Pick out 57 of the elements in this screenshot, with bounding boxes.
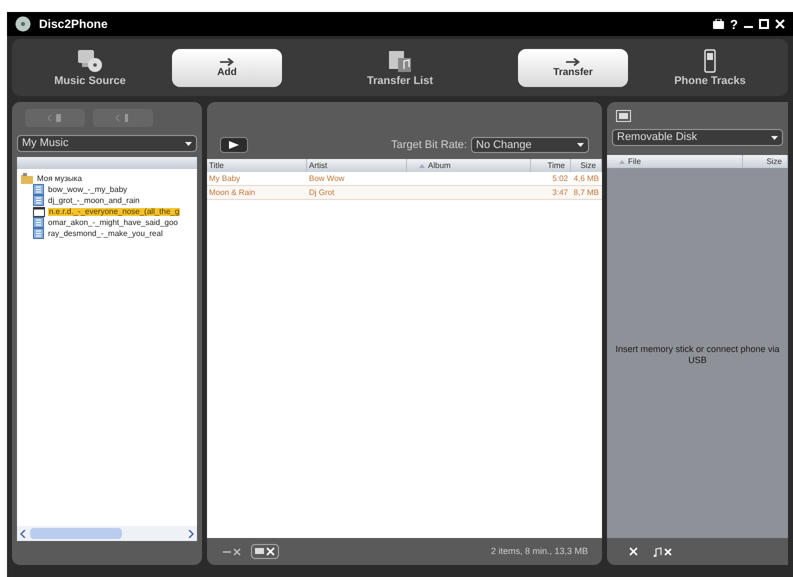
table-cell-text: 3:47 [551,186,569,198]
column-header[interactable]: File [607,155,743,168]
arrow-icon [566,58,580,66]
toolbar-tab[interactable]: Music Source [20,42,160,92]
bit-rate-label: Target Bit Rate: [391,138,467,153]
play-icon [229,141,239,149]
tree-item[interactable]: n.e.r.d._-_everyone_nose_(all_the_g [48,208,180,216]
window-title: Disc2Phone [39,16,108,33]
remove-icon [223,548,241,556]
tree-item[interactable]: dj_grot_-_moon_and_rain [47,196,141,204]
clear-list-icon [255,547,275,556]
music-note-delete-icon [653,546,673,556]
phone-icon [704,48,716,72]
file-icon [33,206,45,216]
status-text: 2 items, 8 min., 13,3 MB [490,544,588,558]
column-header[interactable]: Size [743,155,788,168]
tree-item[interactable]: omar_akon_-_might_have_said_goo [47,218,179,226]
clear-list-button[interactable] [251,544,279,559]
tree-item[interactable]: bow_wow_-_my_baby [47,186,128,194]
dropdown-arrow-icon [577,143,584,147]
maximize-icon[interactable] [759,19,769,29]
table-cell-text: My Baby [208,172,242,184]
arrow-icon [220,58,234,66]
horizontal-scrollbar[interactable] [17,526,197,541]
playlist-icon [33,195,44,206]
app-logo-icon [15,16,31,32]
empty-message: Insert memory stick or connect phone via USB [615,344,780,366]
playlist-icon [33,217,44,228]
table-cell-text: Bow Wow [308,172,346,184]
device-dropdown[interactable]: Removable Disk [612,129,783,146]
source-dropdown[interactable]: My Music [17,135,197,152]
delete-icon [628,547,638,556]
play-button[interactable] [220,137,248,153]
toolbox-icon[interactable] [713,19,724,29]
close-icon[interactable] [775,19,785,29]
scroll-left-icon[interactable] [20,530,26,538]
dropdown-arrow-icon [185,142,192,146]
table-cell-text: 8,7 MB [572,186,600,198]
toolbar-tab[interactable]: Phone Tracks [640,42,780,92]
dropdown-arrow-icon [771,136,778,140]
scroll-right-icon[interactable] [188,530,194,538]
table-cell-text: 5:02 [551,172,569,184]
help-button[interactable]: ? [730,18,738,30]
table-cell-text: Dj Grot [308,186,336,198]
bit-rate-dropdown[interactable]: No Change [471,137,589,153]
scrollbar-thumb[interactable] [30,528,122,539]
toolbar-button[interactable]: Add [172,48,282,86]
toolbar-button[interactable]: Transfer [518,48,628,86]
playlist-icon [33,184,44,195]
toolbar-tab[interactable]: Transfer List [294,42,506,92]
table-cell-text: 4,6 MB [572,172,600,184]
music-list-icon [388,48,412,72]
playlist-icon [33,228,44,239]
table-cell-text: Moon & Rain [208,186,256,198]
tree-item[interactable]: ray_desmond_-_make_you_real [47,230,164,238]
computer-disc-icon [77,48,103,72]
tree-item[interactable]: Моя музыка [36,174,83,182]
